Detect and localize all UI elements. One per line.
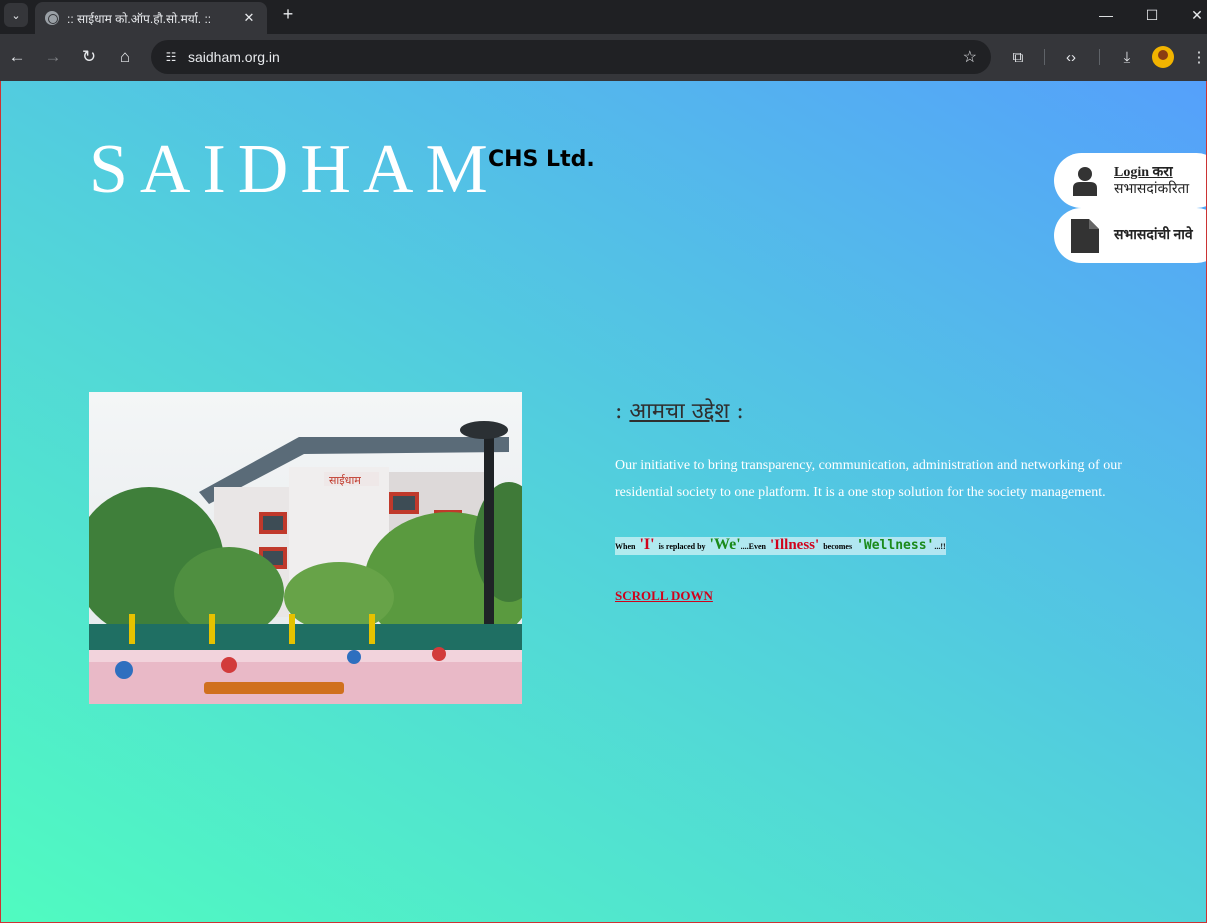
toolbar-divider [1099,49,1100,65]
address-bar[interactable]: ☷ saidham.org.in ☆ [151,40,991,74]
home-button[interactable]: ⌂ [113,45,137,69]
new-tab-button[interactable]: + [278,4,298,24]
login-button[interactable]: Login करा सभासदांकरिता [1054,153,1206,208]
profile-avatar[interactable] [1152,46,1174,68]
page-content: SAIDHAM CHS Ltd. Login करा सभासदांकरिता … [0,81,1207,923]
url-text[interactable]: saidham.org.in [188,49,991,65]
members-list-label: सभासदांची नावे [1114,228,1193,243]
site-info-icon[interactable]: ☷ [163,49,179,65]
download-icon[interactable]: ⤓ [1115,45,1139,69]
mission-heading: : आमचा उद्देश : [615,399,744,424]
maximize-button[interactable]: ☐ [1137,2,1167,28]
login-subtitle: सभासदांकरिता [1114,181,1190,197]
tab-title: :: साईधाम को.ऑप.हौ.सो.मर्या. :: [67,11,212,26]
extensions-icon[interactable]: ⧉ [1006,45,1030,69]
file-icon [1070,218,1100,253]
members-list-button[interactable]: सभासदांची नावे [1054,208,1206,263]
tab-strip: ⌄ :: साईधाम को.ऑप.हौ.सो.मर्या. :: ✕ + — … [0,0,1207,34]
tab-search-button[interactable]: ⌄ [4,3,28,27]
close-window-button[interactable]: ✕ [1182,2,1207,28]
tab-close-icon[interactable]: ✕ [241,10,257,26]
tagline: When 'I' is replaced by 'We'....Even 'Il… [615,536,946,555]
mission-title[interactable]: आमचा उद्देश [629,399,729,424]
toolbar-divider [1044,49,1045,65]
user-icon [1070,164,1100,198]
society-building-photo: साईधाम [89,392,522,704]
back-button[interactable]: ← [5,45,29,69]
site-brand-suffix: CHS Ltd. [488,147,595,172]
bookmark-star-icon[interactable]: ☆ [963,47,977,67]
scroll-down-link[interactable]: SCROLL DOWN [615,588,713,604]
site-brand[interactable]: SAIDHAM [89,135,500,205]
devtools-icon[interactable]: ‹› [1059,45,1083,69]
forward-button[interactable]: → [41,45,65,69]
mission-description: Our initiative to bring transparency, co… [615,458,1122,500]
active-tab[interactable]: :: साईधाम को.ऑप.हौ.सो.मर्या. :: ✕ [35,2,267,34]
browser-toolbar: ← → ↻ ⌂ ☷ saidham.org.in ☆ ⧉ ‹› ⤓ ⋮ [0,34,1207,81]
globe-icon [45,11,59,25]
building-sign: साईधाम [329,474,361,487]
login-link[interactable]: Login करा [1114,164,1189,181]
minimize-button[interactable]: — [1091,2,1121,28]
reload-button[interactable]: ↻ [77,45,101,69]
menu-kebab-icon[interactable]: ⋮ [1187,45,1207,69]
